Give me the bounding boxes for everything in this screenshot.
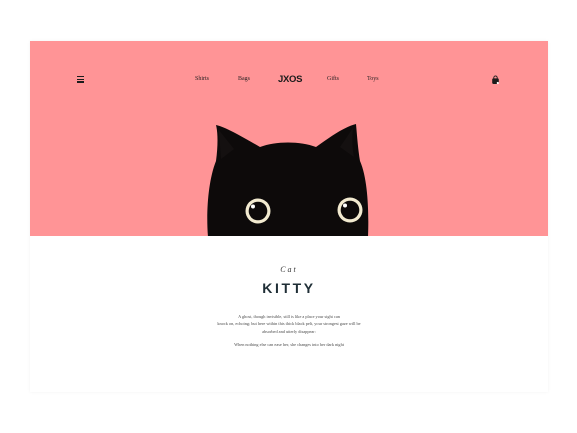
- top-navigation: Shirts Bags JXOS Gifts Toys: [30, 74, 548, 88]
- category-label: Cat: [280, 265, 298, 274]
- product-card: Shirts Bags JXOS Gifts Toys Cat KITTY A …: [30, 41, 548, 392]
- hero-banner: Shirts Bags JXOS Gifts Toys: [30, 41, 548, 236]
- description-paragraph-2: When nothing else can ease her, she chan…: [234, 342, 344, 347]
- nav-link-shirts[interactable]: Shirts: [195, 76, 209, 82]
- product-description-section: Cat KITTY A ghost, though invisible, sti…: [30, 236, 548, 392]
- description-paragraph: A ghost, though invisible, still is like…: [199, 313, 379, 335]
- nav-link-toys[interactable]: Toys: [367, 76, 379, 82]
- brand-logo[interactable]: JXOS: [278, 74, 302, 85]
- black-cat-peeking-illustration: [207, 124, 369, 236]
- description-line: absorbed and utterly disappear:: [262, 328, 316, 334]
- product-title: KITTY: [262, 280, 316, 296]
- description-line: A ghost, though invisible, still is like…: [238, 314, 340, 319]
- hamburger-menu-icon[interactable]: [77, 76, 84, 83]
- nav-link-gifts[interactable]: Gifts: [327, 76, 339, 82]
- nav-link-bags[interactable]: Bags: [238, 76, 250, 82]
- page: Shirts Bags JXOS Gifts Toys Cat KITTY A …: [0, 0, 577, 433]
- description-line: knock on, echoing; but here within this …: [217, 321, 361, 327]
- shopping-bag-icon[interactable]: [491, 75, 500, 85]
